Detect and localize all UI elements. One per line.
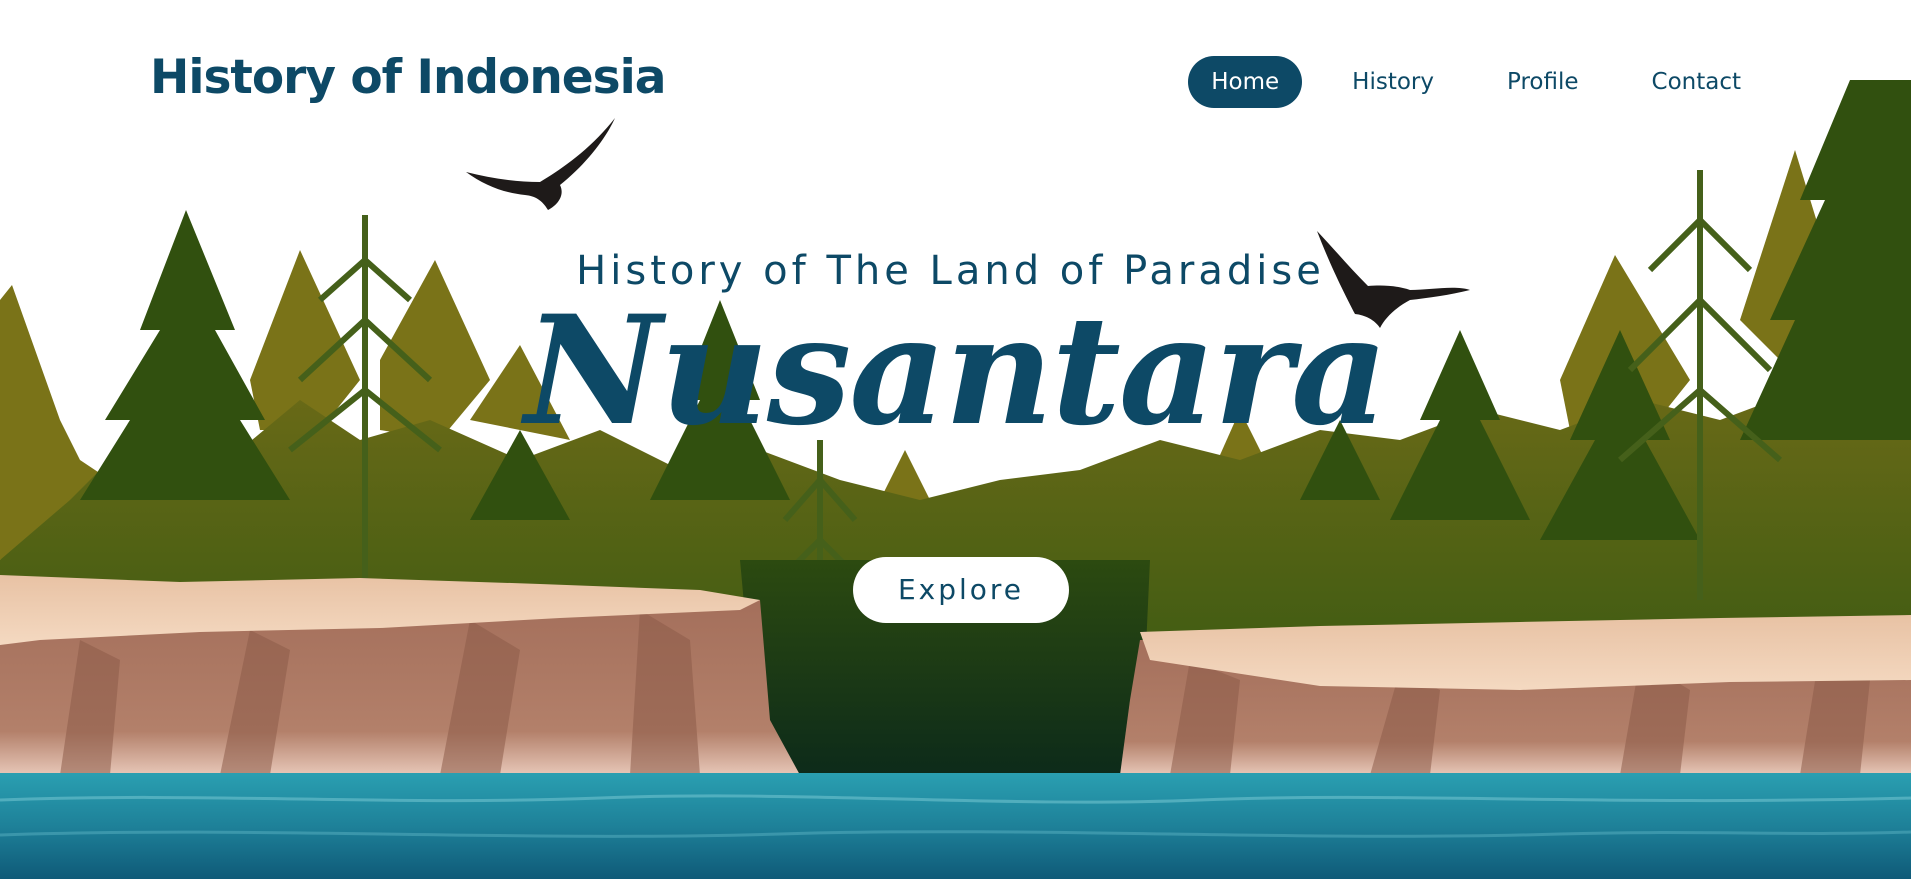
nav-item-profile[interactable]: Profile (1484, 56, 1602, 108)
right-cliff (1120, 615, 1911, 775)
nav-item-contact[interactable]: Contact (1629, 56, 1764, 108)
nav-item-history[interactable]: History (1329, 56, 1457, 108)
top-navbar: History of Indonesia Home History Profil… (0, 0, 1911, 165)
hero-title: Nusantara (524, 283, 1389, 459)
brand-logo[interactable]: History of Indonesia (150, 50, 666, 105)
hero-heading: History of The Land of Paradise Nusantar… (0, 248, 1911, 456)
left-cliff (0, 575, 800, 775)
sea-water (0, 773, 1911, 879)
explore-button[interactable]: Explore (853, 557, 1069, 623)
landing-page: History of Indonesia Home History Profil… (0, 0, 1911, 879)
main-nav: Home History Profile Contact (1161, 56, 1764, 108)
nav-item-home[interactable]: Home (1188, 56, 1303, 108)
